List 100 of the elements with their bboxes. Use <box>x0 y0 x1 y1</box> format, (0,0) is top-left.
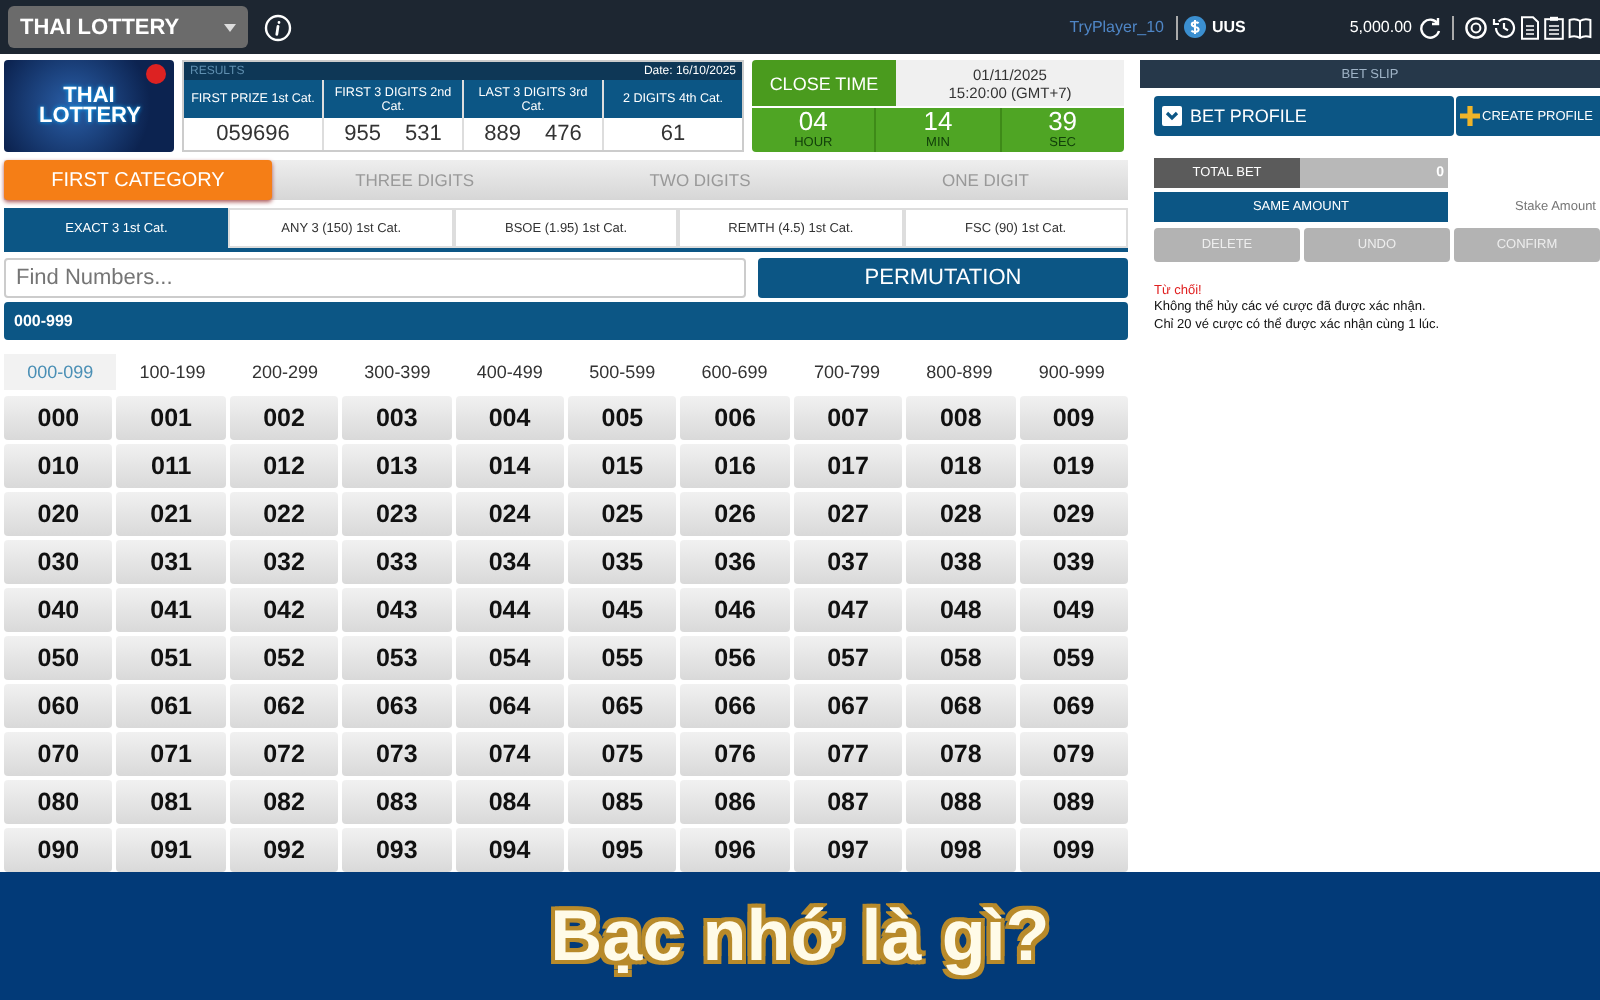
number-button[interactable]: 049 <box>1019 588 1128 632</box>
range-tab[interactable]: 900-999 <box>1015 354 1128 390</box>
range-tab[interactable]: 300-399 <box>341 354 454 390</box>
number-button[interactable]: 060 <box>4 684 113 728</box>
number-button[interactable]: 000 <box>4 396 113 440</box>
range-tab[interactable]: 800-899 <box>903 354 1016 390</box>
number-button[interactable]: 079 <box>1019 732 1128 776</box>
number-button[interactable]: 071 <box>116 732 226 776</box>
number-button[interactable]: 029 <box>1019 492 1128 536</box>
number-button[interactable]: 052 <box>229 636 339 680</box>
number-button[interactable]: 003 <box>342 396 452 440</box>
number-button[interactable]: 047 <box>793 588 903 632</box>
number-button[interactable]: 002 <box>229 396 339 440</box>
number-button[interactable]: 080 <box>4 780 113 824</box>
number-button[interactable]: 089 <box>1019 780 1128 824</box>
permutation-button[interactable]: PERMUTATION <box>758 258 1128 298</box>
history-icon[interactable] <box>1492 15 1516 39</box>
number-button[interactable]: 039 <box>1019 540 1128 584</box>
number-button[interactable]: 084 <box>455 780 564 824</box>
number-button[interactable]: 088 <box>906 780 1016 824</box>
number-button[interactable]: 005 <box>568 396 677 440</box>
range-tab[interactable]: 400-499 <box>453 354 566 390</box>
number-button[interactable]: 022 <box>229 492 339 536</box>
number-button[interactable]: 055 <box>568 636 677 680</box>
number-button[interactable]: 064 <box>455 684 564 728</box>
number-button[interactable]: 009 <box>1019 396 1128 440</box>
number-button[interactable]: 075 <box>568 732 677 776</box>
game-selector[interactable]: THAI LOTTERY <box>8 6 248 48</box>
number-button[interactable]: 010 <box>4 444 113 488</box>
number-button[interactable]: 045 <box>568 588 677 632</box>
number-button[interactable]: 020 <box>4 492 113 536</box>
number-button[interactable]: 068 <box>906 684 1016 728</box>
number-button[interactable]: 066 <box>680 684 790 728</box>
number-button[interactable]: 065 <box>568 684 677 728</box>
number-button[interactable]: 054 <box>455 636 564 680</box>
number-button[interactable]: 011 <box>116 444 226 488</box>
number-button[interactable]: 027 <box>793 492 903 536</box>
document-icon[interactable] <box>1520 15 1540 39</box>
number-button[interactable]: 001 <box>116 396 226 440</box>
number-button[interactable]: 056 <box>680 636 790 680</box>
number-button[interactable]: 023 <box>342 492 452 536</box>
number-button[interactable]: 048 <box>906 588 1016 632</box>
number-button[interactable]: 094 <box>455 828 564 872</box>
number-button[interactable]: 093 <box>342 828 452 872</box>
range-tab[interactable]: 500-599 <box>566 354 679 390</box>
range-tab[interactable]: 600-699 <box>678 354 791 390</box>
range-tab[interactable]: 100-199 <box>116 354 229 390</box>
number-button[interactable]: 043 <box>342 588 452 632</box>
number-button[interactable]: 038 <box>906 540 1016 584</box>
range-tab[interactable]: 700-799 <box>790 354 904 390</box>
number-button[interactable]: 046 <box>680 588 790 632</box>
number-button[interactable]: 053 <box>342 636 452 680</box>
info-icon[interactable] <box>264 13 292 41</box>
number-button[interactable]: 081 <box>116 780 226 824</box>
number-button[interactable]: 016 <box>680 444 790 488</box>
number-button[interactable]: 077 <box>793 732 903 776</box>
number-button[interactable]: 006 <box>680 396 790 440</box>
number-button[interactable]: 076 <box>680 732 790 776</box>
number-button[interactable]: 091 <box>116 828 226 872</box>
number-button[interactable]: 044 <box>455 588 564 632</box>
refresh-icon[interactable] <box>1418 15 1442 39</box>
number-button[interactable]: 026 <box>680 492 790 536</box>
number-button[interactable]: 063 <box>342 684 452 728</box>
number-button[interactable]: 040 <box>4 588 113 632</box>
number-button[interactable]: 057 <box>793 636 903 680</box>
number-button[interactable]: 098 <box>906 828 1016 872</box>
number-button[interactable]: 008 <box>906 396 1016 440</box>
number-button[interactable]: 033 <box>342 540 452 584</box>
number-button[interactable]: 059 <box>1019 636 1128 680</box>
number-button[interactable]: 086 <box>680 780 790 824</box>
number-button[interactable]: 082 <box>229 780 339 824</box>
book-icon[interactable] <box>1568 15 1592 39</box>
number-button[interactable]: 024 <box>455 492 564 536</box>
number-button[interactable]: 017 <box>793 444 903 488</box>
lifebuoy-icon[interactable] <box>1464 15 1488 39</box>
number-button[interactable]: 058 <box>906 636 1016 680</box>
clipboard-icon[interactable] <box>1544 15 1564 39</box>
number-button[interactable]: 019 <box>1019 444 1128 488</box>
number-button[interactable]: 072 <box>229 732 339 776</box>
number-button[interactable]: 015 <box>568 444 677 488</box>
number-button[interactable]: 092 <box>229 828 339 872</box>
number-button[interactable]: 031 <box>116 540 226 584</box>
number-button[interactable]: 042 <box>229 588 339 632</box>
number-button[interactable]: 021 <box>116 492 226 536</box>
number-button[interactable]: 087 <box>793 780 903 824</box>
number-button[interactable]: 050 <box>4 636 113 680</box>
number-button[interactable]: 034 <box>455 540 564 584</box>
number-button[interactable]: 083 <box>342 780 452 824</box>
number-button[interactable]: 030 <box>4 540 113 584</box>
bet-profile-button[interactable]: BET PROFILE <box>1154 96 1454 136</box>
number-button[interactable]: 028 <box>906 492 1016 536</box>
number-button[interactable]: 032 <box>229 540 339 584</box>
number-button[interactable]: 037 <box>793 540 903 584</box>
number-button[interactable]: 096 <box>680 828 790 872</box>
number-button[interactable]: 018 <box>906 444 1016 488</box>
number-button[interactable]: 004 <box>455 396 564 440</box>
number-button[interactable]: 085 <box>568 780 677 824</box>
number-button[interactable]: 061 <box>116 684 226 728</box>
number-button[interactable]: 095 <box>568 828 677 872</box>
number-button[interactable]: 099 <box>1019 828 1128 872</box>
